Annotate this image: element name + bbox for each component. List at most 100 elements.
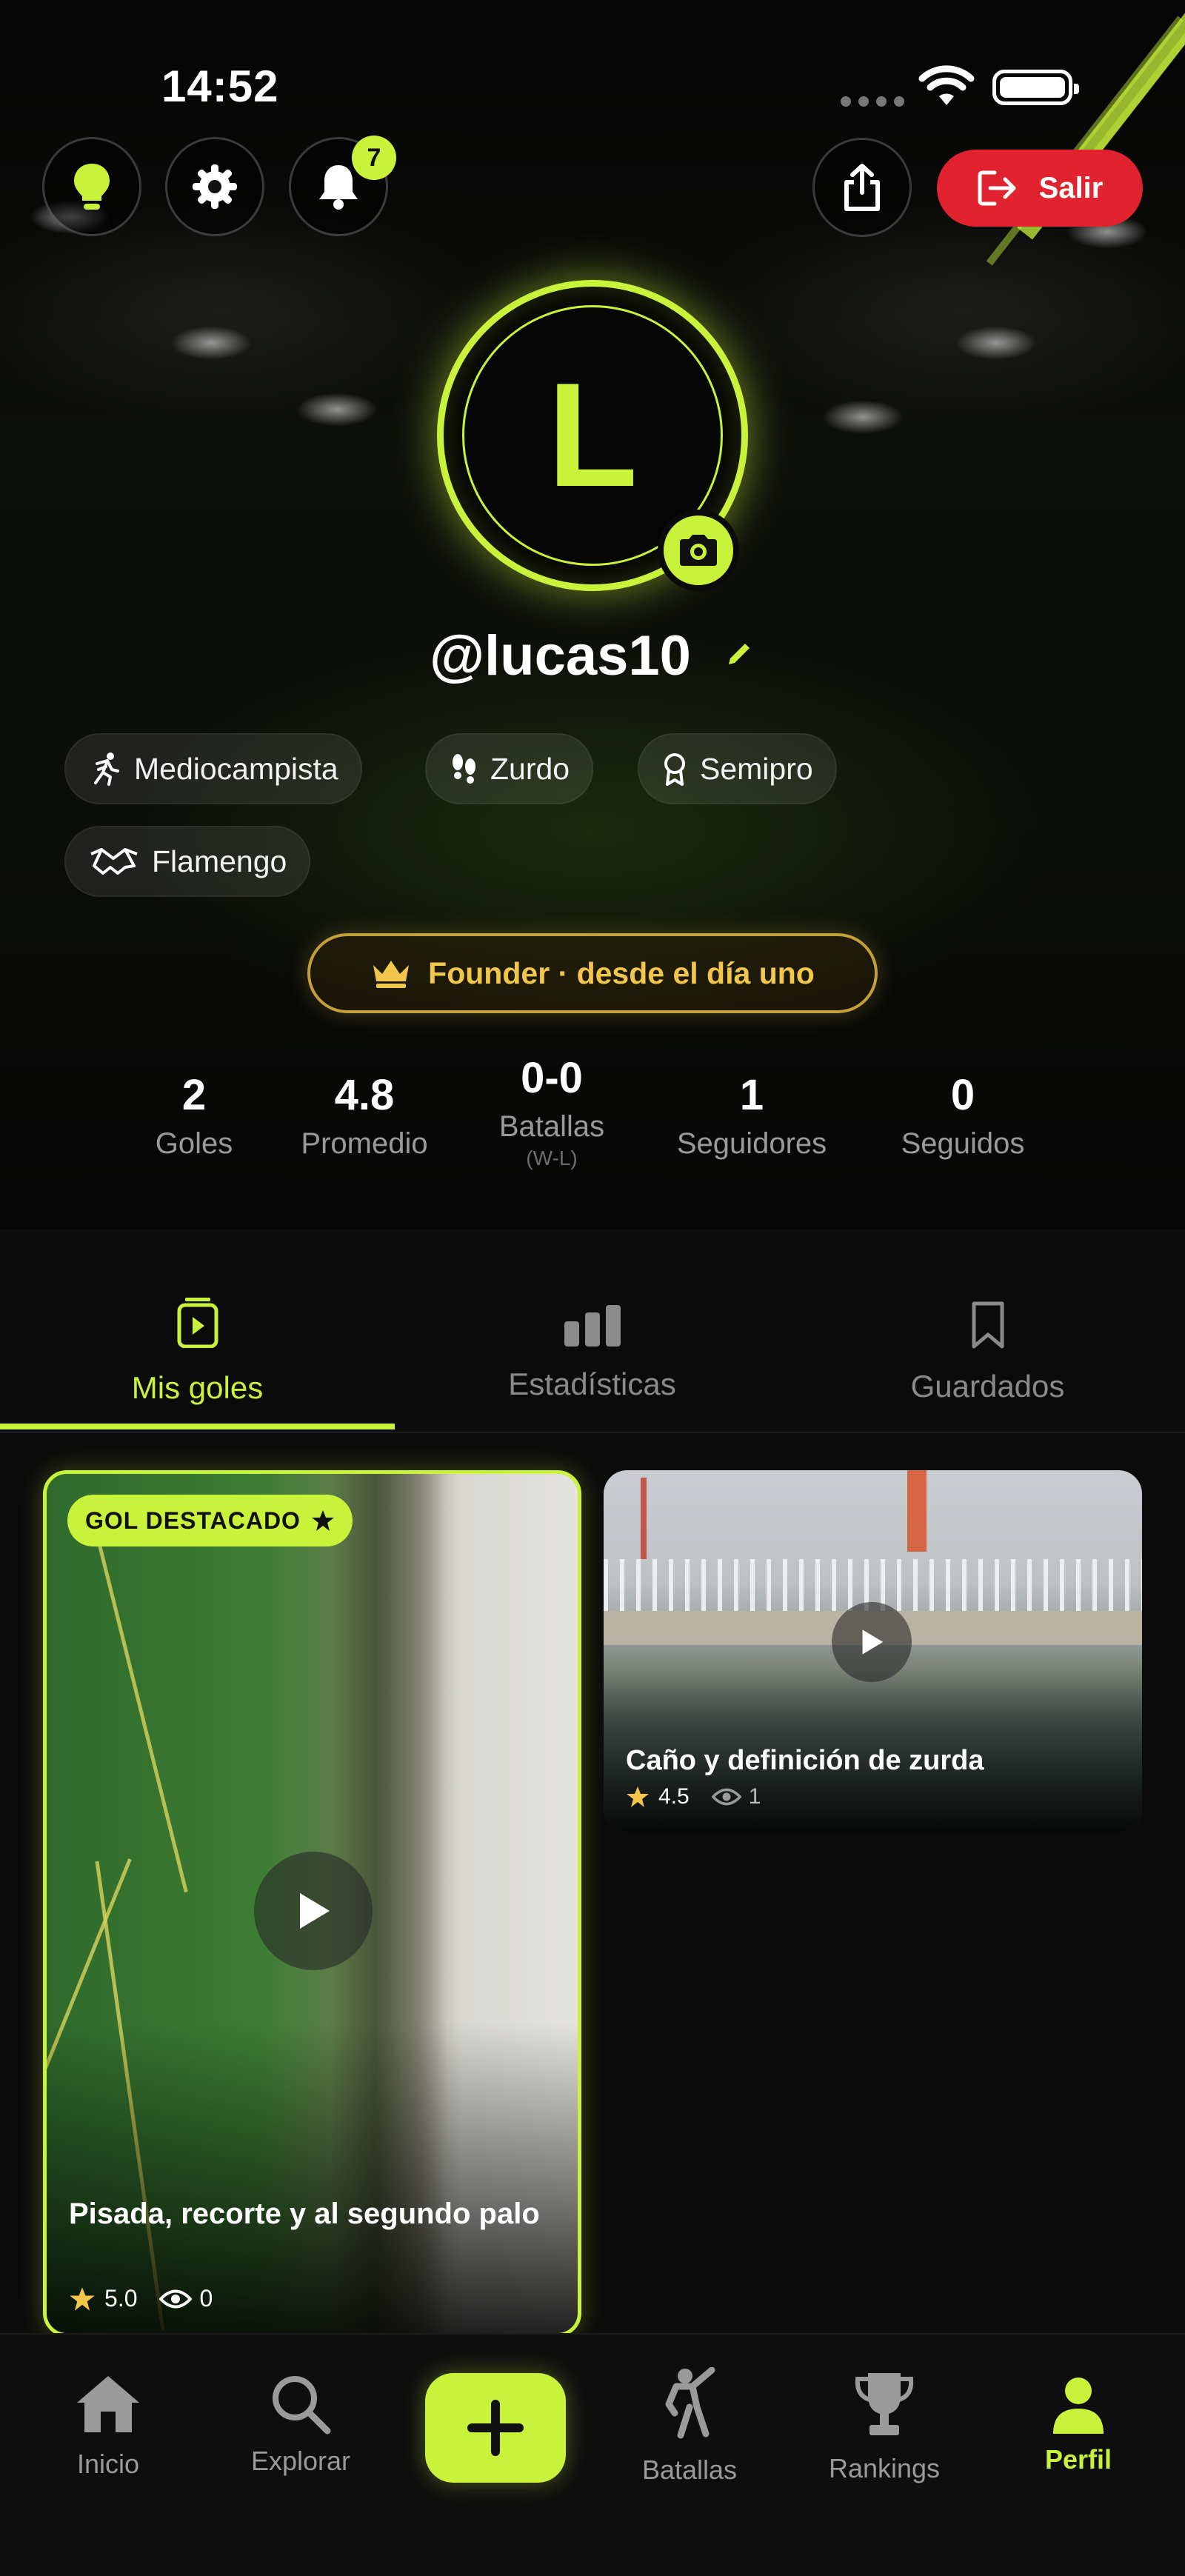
handshake-icon xyxy=(90,848,138,875)
stat-value: 4.8 xyxy=(334,1071,395,1119)
stat-value: 1 xyxy=(739,1071,764,1119)
chip-label: Mediocampista xyxy=(134,751,338,786)
stat-average[interactable]: 4.8 Promedio xyxy=(268,1070,461,1161)
chip-position: Mediocampista xyxy=(64,733,362,804)
star-icon xyxy=(70,2286,95,2311)
nav-rankings[interactable]: Rankings xyxy=(795,2335,973,2576)
video-title: Caño y definición de zurda xyxy=(626,1745,984,1776)
stat-following[interactable]: 0 Seguidos xyxy=(867,1070,1059,1161)
star-icon xyxy=(311,1510,334,1531)
video-views: 0 xyxy=(159,2285,213,2312)
nav-explore[interactable]: Explorar xyxy=(212,2335,390,2576)
eye-icon xyxy=(159,2289,193,2308)
play-icon xyxy=(862,1629,884,1655)
video-card-featured[interactable]: GOL DESTACADO Pisada, recorte y al segun… xyxy=(43,1470,581,2337)
star-icon xyxy=(627,1786,649,1807)
chip-label: Flamengo xyxy=(152,844,287,878)
logout-button[interactable]: Salir xyxy=(937,150,1143,227)
eye-icon xyxy=(711,1788,741,1806)
nav-label: Rankings xyxy=(828,2453,941,2483)
stat-value: 0 xyxy=(950,1071,975,1119)
search-icon xyxy=(273,2376,331,2435)
featured-tag: GOL DESTACADO xyxy=(67,1495,353,1546)
flag-background xyxy=(907,1470,927,1552)
featured-tag-label: GOL DESTACADO xyxy=(85,1506,301,1534)
share-button[interactable] xyxy=(812,138,912,237)
founder-badge: Founder · desde el día uno xyxy=(307,933,878,1013)
gear-icon xyxy=(193,164,237,209)
bell-icon xyxy=(319,165,358,210)
tab-saved[interactable]: Guardados xyxy=(790,1229,1185,1433)
nav-label: Batallas xyxy=(641,2455,738,2485)
username-row: @lucas10 xyxy=(0,624,1185,688)
tab-label: Estadísticas xyxy=(508,1367,676,1401)
signal-dots-icon xyxy=(841,96,912,110)
create-button[interactable] xyxy=(425,2373,566,2483)
stat-label: Promedio xyxy=(301,1127,428,1160)
video-view-count: 1 xyxy=(748,1784,761,1809)
stat-label: Seguidores xyxy=(676,1127,827,1160)
running-icon xyxy=(94,753,119,786)
video-title: Pisada, recorte y al segundo palo xyxy=(69,2198,540,2230)
video-meta: 5.0 0 xyxy=(69,2285,213,2312)
stat-label: Seguidos xyxy=(901,1127,1025,1160)
bar-chart-icon xyxy=(564,1305,621,1347)
avatar-initial: L xyxy=(547,353,638,518)
stat-label: Batallas xyxy=(498,1110,605,1143)
stat-value: 2 xyxy=(181,1071,207,1119)
lightbulb-icon xyxy=(74,164,110,210)
stadium-light xyxy=(822,400,904,434)
username: @lucas10 xyxy=(429,624,691,687)
settings-button[interactable] xyxy=(165,137,264,236)
nav-profile[interactable]: Perfil xyxy=(989,2335,1167,2576)
trophy-icon xyxy=(855,2373,914,2435)
stadium-light xyxy=(296,393,378,427)
profile-tabs: Mis goles Estadísticas Guardados xyxy=(0,1229,1185,1433)
footprints-icon xyxy=(453,754,475,784)
logout-label: Salir xyxy=(1038,171,1104,204)
status-time: 14:52 xyxy=(161,61,279,111)
home-icon xyxy=(77,2376,139,2432)
chip-level: Semipro xyxy=(638,733,837,804)
medal-icon xyxy=(664,753,685,786)
chip-club: Flamengo xyxy=(64,826,311,897)
share-icon xyxy=(844,164,880,211)
nav-label: Inicio xyxy=(76,2449,140,2479)
tab-label: Mis goles xyxy=(131,1370,264,1405)
nav-home[interactable]: Inicio xyxy=(19,2335,197,2576)
stadium-light xyxy=(955,326,1037,360)
battery-icon xyxy=(992,70,1079,105)
video-views: 1 xyxy=(711,1784,761,1809)
video-rating: 5.0 xyxy=(104,2285,138,2312)
chip-foot: Zurdo xyxy=(425,733,594,804)
play-button[interactable] xyxy=(254,1852,373,1970)
stat-battles[interactable]: 0-0 Batallas (W-L) xyxy=(455,1053,648,1170)
person-icon xyxy=(1053,2378,1104,2434)
bottom-nav: Inicio Explorar Batallas Rankings Perfil xyxy=(0,2333,1185,2576)
active-tab-indicator xyxy=(0,1424,395,1429)
logout-icon xyxy=(978,170,1016,206)
change-photo-button[interactable] xyxy=(658,510,739,591)
tab-my-goals[interactable]: Mis goles xyxy=(0,1229,395,1433)
video-card[interactable]: Caño y definición de zurda 4.5 1 xyxy=(604,1470,1142,1833)
stat-label: Goles xyxy=(155,1127,233,1160)
video-meta: 4.5 1 xyxy=(626,1784,761,1809)
nav-battles[interactable]: Batallas xyxy=(601,2335,778,2576)
chip-label: Semipro xyxy=(700,751,813,786)
tab-statistics[interactable]: Estadísticas xyxy=(395,1229,790,1433)
stat-goals[interactable]: 2 Goles xyxy=(98,1070,290,1161)
tips-button[interactable] xyxy=(42,137,141,236)
edit-pencil-icon[interactable] xyxy=(723,638,755,670)
play-square-icon xyxy=(177,1298,218,1348)
flag-background xyxy=(641,1478,647,1559)
stat-value: 0-0 xyxy=(521,1054,583,1102)
stat-followers[interactable]: 1 Seguidores xyxy=(655,1070,848,1161)
play-button[interactable] xyxy=(832,1602,912,1682)
camera-icon xyxy=(680,535,717,566)
stat-sublabel: (W-L) xyxy=(526,1147,578,1169)
fencing-icon xyxy=(665,2367,715,2439)
nav-label: Explorar xyxy=(250,2446,351,2476)
chip-label: Zurdo xyxy=(490,751,570,786)
bookmark-icon xyxy=(972,1301,1004,1349)
crown-icon xyxy=(373,961,410,988)
